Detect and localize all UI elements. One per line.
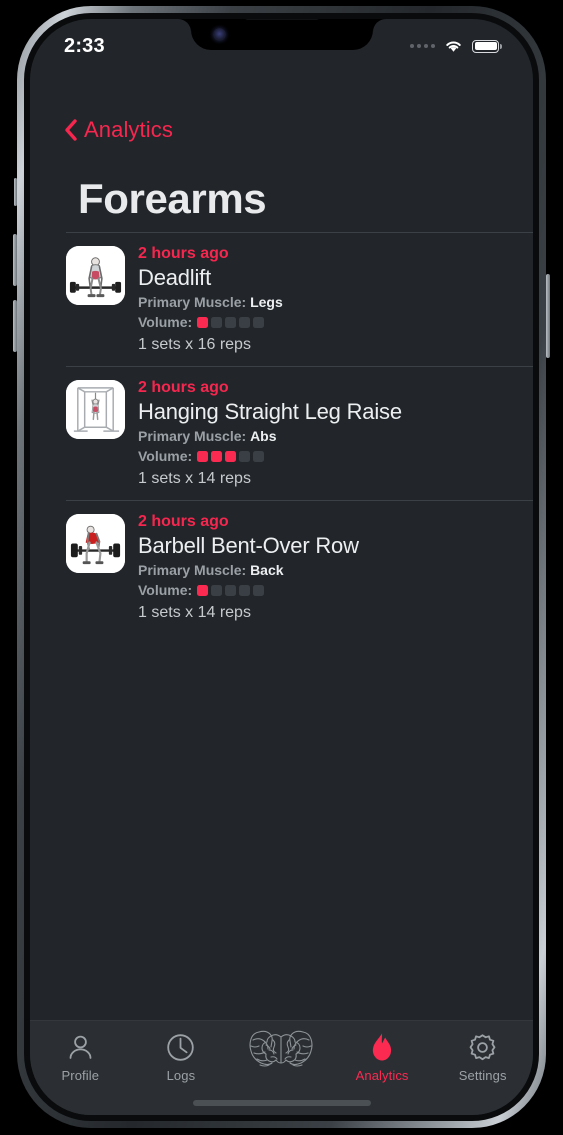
status-indicators [410,39,502,53]
page-title: Forearms [78,175,267,222]
list-item-body: 2 hours ago Barbell Bent-Over Row Primar… [138,511,359,624]
volume-pip [211,450,223,462]
power-rack-thumbnail [66,380,125,439]
list-item-title: Barbell Bent-Over Row [138,533,359,558]
list-item-volume: Volume: [138,446,402,466]
volume-label: Volume: [138,582,193,598]
volume-pip [253,316,265,328]
tab-workouts[interactable] [231,1030,332,1080]
muscle-label: Primary Muscle: [138,294,247,310]
muscle-value: Legs [250,294,283,310]
exercise-list[interactable]: 2 hours ago Deadlift Primary Muscle: Leg… [30,232,533,1020]
volume-label: Volume: [138,314,193,330]
tab-logs-label: Logs [166,1068,196,1083]
phone-bezel: 2:33 Analytics Forearms 2 hours ago Dead… [24,13,539,1121]
brain-biceps-icon [233,1027,329,1075]
notch [190,19,373,50]
barbell-row-thumbnail [66,514,125,573]
volume-pip [225,450,237,462]
muscle-value: Abs [250,428,277,444]
volume-label: Volume: [138,448,193,464]
phone-frame: 2:33 Analytics Forearms 2 hours ago Dead… [13,6,550,1128]
phone-screen: 2:33 Analytics Forearms 2 hours ago Dead… [30,19,533,1115]
list-item-title: Hanging Straight Leg Raise [138,399,402,424]
volume-meter [197,450,265,462]
volume-pip [253,584,265,596]
volume-pip [225,584,237,596]
person-icon [65,1031,96,1063]
volume-meter [197,584,265,596]
volume-pip [239,450,251,462]
list-item-sets-reps: 1 sets x 16 reps [138,336,251,353]
volume-pip [197,450,209,462]
clock-icon [165,1031,196,1063]
list-item-muscle: Primary Muscle: Abs [138,426,402,446]
signal-dots-icon [410,44,435,48]
front-camera-icon [212,28,226,41]
volume-pip [211,584,223,596]
home-indicator[interactable] [192,1100,371,1106]
list-item-time: 2 hours ago [138,245,229,262]
volume-pip [253,450,265,462]
status-time: 2:33 [64,34,105,57]
list-item-time: 2 hours ago [138,379,229,396]
tab-logs[interactable]: Logs [131,1031,232,1083]
list-item[interactable]: 2 hours ago Hanging Straight Leg Raise P… [30,366,533,500]
mute-switch[interactable] [14,178,17,206]
volume-pip [197,584,209,596]
notch-shoulder-left [177,19,191,32]
list-item-muscle: Primary Muscle: Legs [138,292,283,312]
tab-settings[interactable]: Settings [432,1031,533,1083]
volume-up-button[interactable] [13,234,17,286]
volume-pip [197,316,209,328]
muscle-label: Primary Muscle: [138,562,247,578]
battery-full-icon [472,39,502,53]
list-item[interactable]: 2 hours ago Deadlift Primary Muscle: Leg… [30,232,533,366]
list-item-muscle: Primary Muscle: Back [138,560,359,580]
earpiece-speaker [244,19,319,20]
notch-shoulder-right [372,19,386,32]
list-item-body: 2 hours ago Hanging Straight Leg Raise P… [138,377,402,490]
muscle-label: Primary Muscle: [138,428,247,444]
volume-pip [239,316,251,328]
list-item-sets-reps: 1 sets x 14 reps [138,604,251,621]
volume-pip [225,316,237,328]
list-item-volume: Volume: [138,580,359,600]
volume-down-button[interactable] [13,300,17,352]
back-button-label: Analytics [84,117,173,142]
tab-analytics[interactable]: Analytics [332,1031,433,1083]
chevron-left-icon [64,119,77,141]
deadlift-thumbnail [66,246,125,305]
muscle-value: Back [250,562,284,578]
tab-profile-label: Profile [61,1068,100,1083]
gear-icon [467,1031,498,1063]
list-item-body: 2 hours ago Deadlift Primary Muscle: Leg… [138,243,283,356]
list-item[interactable]: 2 hours ago Barbell Bent-Over Row Primar… [30,500,533,634]
tab-analytics-label: Analytics [355,1068,409,1083]
volume-pip [211,316,223,328]
list-item-volume: Volume: [138,312,283,332]
tab-settings-label: Settings [458,1068,507,1083]
list-item-sets-reps: 1 sets x 14 reps [138,470,251,487]
volume-meter [197,316,265,328]
back-button[interactable]: Analytics [64,117,173,143]
wifi-icon [444,39,463,53]
list-item-title: Deadlift [138,265,211,290]
power-button[interactable] [546,274,550,358]
flame-icon [368,1031,396,1063]
tab-profile[interactable]: Profile [30,1031,131,1083]
list-item-time: 2 hours ago [138,513,229,530]
volume-pip [239,584,251,596]
